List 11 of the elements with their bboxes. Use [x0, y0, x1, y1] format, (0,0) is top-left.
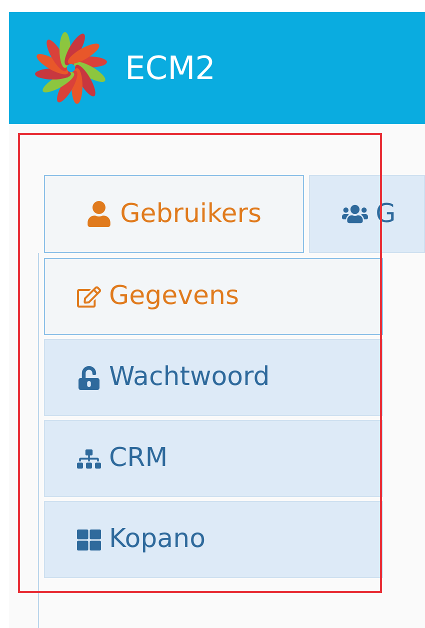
- edit-icon: [77, 284, 101, 308]
- app-title: ECM2: [125, 48, 216, 89]
- menu-item[interactable]: Gegevens: [44, 258, 383, 335]
- user-icon: [86, 201, 112, 227]
- unlock-icon: [77, 366, 101, 390]
- tab[interactable]: Gebruikers: [44, 175, 304, 253]
- grid-icon: [77, 528, 101, 552]
- menu-item[interactable]: CRM: [44, 420, 383, 497]
- menu-item[interactable]: Wachtwoord: [44, 339, 383, 416]
- menu-item[interactable]: Kopano: [44, 501, 383, 578]
- sitemap-icon: [77, 446, 101, 470]
